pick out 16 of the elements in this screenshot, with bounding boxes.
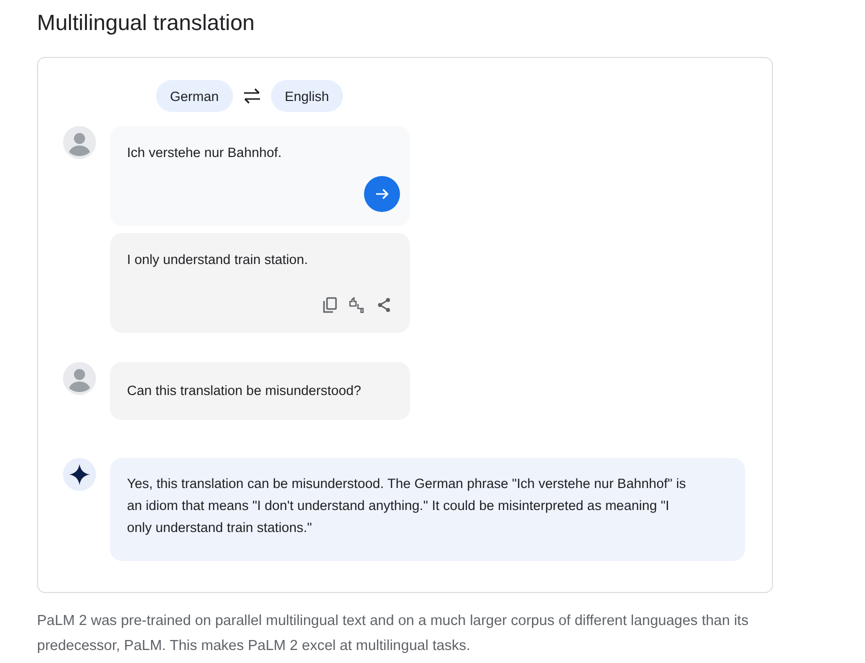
user-avatar-icon bbox=[63, 126, 96, 159]
arrow-icon bbox=[374, 186, 390, 202]
message-text: Can this translation be misunderstood? bbox=[127, 382, 362, 400]
user-avatar-icon bbox=[63, 362, 96, 395]
copy-icon[interactable] bbox=[323, 297, 337, 313]
language-chip[interactable]: English bbox=[270, 80, 344, 112]
message-text: Ich verstehe nur Bahnhof. bbox=[127, 144, 283, 162]
description-paragraph: PaLM 2 was pre-trained on parallel multilingual text and on a much larger corpus of different languages than its predecessor, PaLM. This makes PaLM 2 excel at multilingual tasks. bbox=[37, 612, 750, 656]
send-button[interactable] bbox=[364, 176, 400, 212]
swap-icon[interactable] bbox=[242, 88, 261, 104]
share-icon[interactable] bbox=[377, 297, 391, 313]
message-text: Yes, this translation can be misunderstood. The German phrase "Ich verstehe nur Bahnhof" is an idiom that means "I don't understand anything." It could be misinterpreted as meaning "I only understand train stations." bbox=[127, 475, 687, 537]
section-heading: Multilingual translation bbox=[37, 9, 256, 37]
message-text: I only understand train station. bbox=[127, 251, 309, 269]
sparkle-icon bbox=[63, 458, 96, 491]
language-chip[interactable]: German bbox=[156, 80, 233, 112]
